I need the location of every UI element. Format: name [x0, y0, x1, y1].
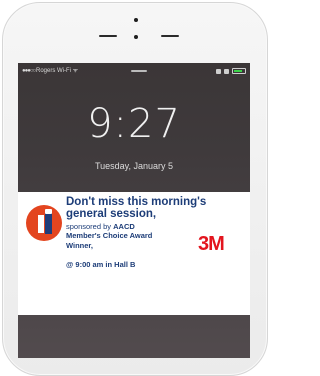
sponsor-name: AACD — [113, 222, 135, 231]
app-icon-dot — [45, 209, 52, 214]
app-icon-bar — [45, 212, 52, 234]
speaker-dash-right — [161, 35, 179, 37]
carrier-label: Rogers Wi-Fi ᯤ — [36, 68, 79, 74]
lock-time: 9:27 — [87, 101, 181, 147]
lock-date: Tuesday, January 5 — [94, 161, 174, 171]
notification-banner[interactable]: Don't miss this morning's general sessio… — [18, 192, 250, 315]
lock-rotation-icon — [224, 68, 229, 74]
notification-headline: Don't miss this morning's general sessio… — [66, 196, 207, 220]
app-icon-bar — [38, 215, 44, 233]
location-icon — [216, 68, 221, 74]
award-text: Member's Choice Award Winner, — [66, 231, 153, 250]
camera-dot — [134, 18, 138, 22]
signal-icon: ●●●○○ — [22, 68, 36, 74]
speaker-dash-left — [99, 35, 117, 37]
lock-screen: ●●●○○ Rogers Wi-Fi ᯤ 9:27 Tuesday, Janua… — [18, 63, 250, 358]
battery-icon — [232, 68, 246, 74]
status-indicator — [131, 70, 147, 72]
event-time-location: @ 9:00 am in Hall B — [66, 260, 136, 269]
sponsor-logo: 3M — [198, 233, 225, 255]
front-camera — [134, 35, 138, 39]
sponsor-prefix: sponsored by — [66, 222, 112, 231]
sponsor-line: sponsored by AACD — [66, 222, 216, 231]
status-icons — [216, 67, 246, 75]
status-bar: ●●●○○ Rogers Wi-Fi ᯤ — [18, 63, 250, 79]
app-icon — [26, 205, 62, 241]
